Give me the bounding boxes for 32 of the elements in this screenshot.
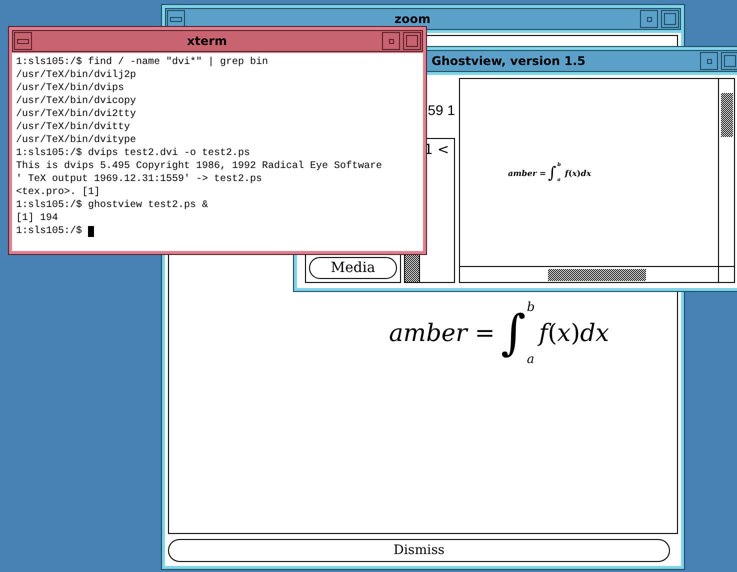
terminal-line: /usr/TeX/bin/dvicopy bbox=[16, 95, 136, 108]
terminal-line: ' TeX output 1969.12.31:1559' -> test2.ps bbox=[16, 173, 262, 186]
terminal-line: [1] 194 bbox=[16, 212, 58, 225]
terminal-line: 1:sls105:/$ find / -name "dvi*" | grep bin bbox=[16, 56, 268, 69]
terminal-line: /usr/TeX/bin/dvitty bbox=[16, 121, 130, 134]
scrollbar-thumb[interactable] bbox=[721, 93, 733, 137]
page-info: 59 1 bbox=[428, 102, 455, 120]
media-button[interactable]: Media bbox=[309, 257, 397, 279]
vertical-scrollbar[interactable] bbox=[718, 79, 734, 266]
window-title: Ghostview, version 1.5 bbox=[430, 53, 586, 70]
terminal-line: /usr/TeX/bin/dvi2tty bbox=[16, 108, 136, 121]
scrollbar-thumb[interactable] bbox=[405, 254, 419, 282]
scrollbar-thumb[interactable] bbox=[548, 269, 646, 281]
maximize-button[interactable] bbox=[661, 10, 679, 28]
text-cursor bbox=[88, 226, 94, 237]
iconify-button[interactable] bbox=[640, 10, 658, 28]
terminal-line: 1:sls105:/$ dvips test2.dvi -o test2.ps bbox=[16, 147, 250, 160]
terminal-line: 1:sls105:/$ bbox=[16, 225, 84, 238]
maximize-button[interactable] bbox=[403, 32, 421, 50]
window-title: xterm bbox=[186, 33, 228, 50]
iconify-button[interactable] bbox=[700, 52, 718, 70]
minimize-button[interactable] bbox=[14, 32, 32, 50]
terminal-line: <tex.pro>. [1] bbox=[16, 186, 100, 199]
terminal-line: 1:sls105:/$ ghostview test2.ps & bbox=[16, 199, 208, 212]
maximize-button[interactable] bbox=[721, 52, 737, 70]
window-title: zoom bbox=[394, 11, 432, 28]
dismiss-button[interactable]: Dismiss bbox=[168, 539, 670, 562]
terminal-line: /usr/TeX/bin/dvitype bbox=[16, 134, 136, 147]
terminal-line: /usr/TeX/bin/dvilj2p bbox=[16, 69, 136, 82]
iconify-button[interactable] bbox=[382, 32, 400, 50]
terminal-line: This is dvips 5.495 Copyright 1986, 1992 Radical Eye Software bbox=[16, 160, 382, 173]
terminal-line: /usr/TeX/bin/dvips bbox=[16, 82, 124, 95]
